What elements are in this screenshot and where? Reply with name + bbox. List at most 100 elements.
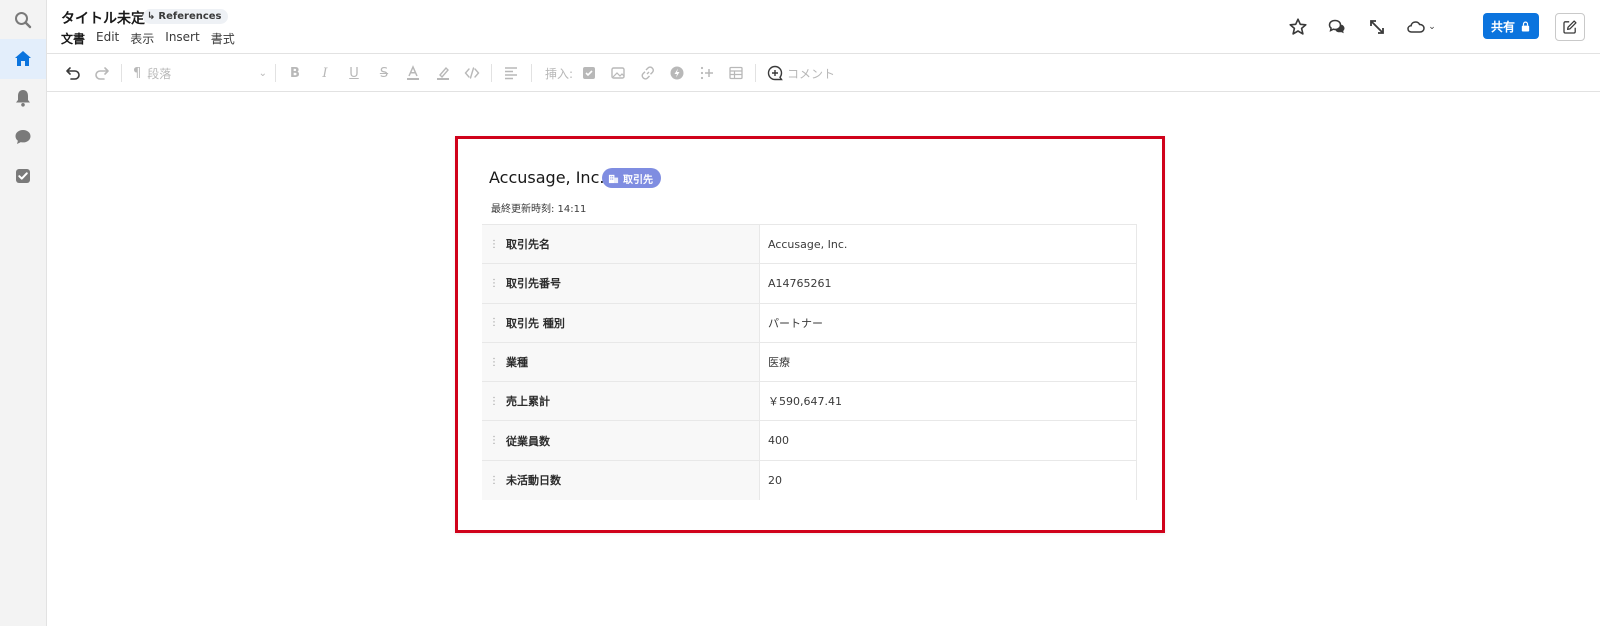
chevron-down-icon: ⌄ xyxy=(1428,22,1436,32)
add-comment-icon xyxy=(767,65,783,81)
table-row: ⋮ 売上累計 ￥590,647.41 xyxy=(482,382,1136,422)
left-rail xyxy=(0,0,47,626)
document-title[interactable]: タイトル未定 xyxy=(61,8,145,28)
menu-document[interactable]: 文書 xyxy=(61,30,85,47)
highlighter-icon xyxy=(437,66,449,80)
field-label: 取引先番号 xyxy=(506,277,561,291)
underline-button[interactable]: U xyxy=(344,63,364,83)
share-label: 共有 xyxy=(1490,19,1515,34)
image-icon xyxy=(611,67,625,79)
record-title[interactable]: Accusage, Inc. xyxy=(489,168,604,187)
italic-icon: I xyxy=(322,65,328,81)
drag-handle-icon[interactable]: ⋮ xyxy=(489,278,499,289)
bell-icon xyxy=(16,90,30,107)
menu-format[interactable]: 書式 xyxy=(211,30,235,47)
insert-image-button[interactable] xyxy=(608,63,628,83)
chevron-down-icon: ⌄ xyxy=(258,67,267,79)
record-fields-table: ⋮ 取引先名 Accusage, Inc. ⋮ 取引先番号 A14765261 ⋮ 取… xyxy=(482,224,1137,501)
chat-icon xyxy=(15,130,31,144)
insert-link-button[interactable] xyxy=(638,63,658,83)
paragraph-style-select[interactable]: ¶ 段落 ⌄ xyxy=(133,63,267,83)
field-value: Accusage, Inc. xyxy=(768,237,848,251)
references-chip[interactable]: ↳ References xyxy=(143,9,228,24)
table-row: ⋮ 従業員数 400 xyxy=(482,421,1136,461)
cloud-icon xyxy=(1407,21,1425,33)
insert-field-icon xyxy=(700,66,713,80)
align-button[interactable] xyxy=(501,63,521,83)
insert-table-button[interactable] xyxy=(726,63,746,83)
editor-toolbar: ¶ 段落 ⌄ B I U S 挿入: コメント xyxy=(47,54,1600,92)
favorite-button[interactable] xyxy=(1287,14,1309,40)
insert-label: 挿入: xyxy=(544,66,574,81)
paragraph-style-value: 段落 xyxy=(147,66,172,81)
drag-handle-icon[interactable]: ⋮ xyxy=(489,317,499,328)
document-header: タイトル未定 ↳ References 文書 Edit 表示 Insert 書式… xyxy=(47,0,1600,54)
underline-icon: U xyxy=(349,65,359,81)
strikethrough-icon: S xyxy=(379,65,389,81)
field-label: 取引先 種別 xyxy=(506,316,565,330)
home-icon xyxy=(15,51,31,66)
drag-handle-icon[interactable]: ⋮ xyxy=(489,357,499,368)
bold-icon: B xyxy=(290,65,300,81)
cloud-menu-button[interactable]: ⌄ xyxy=(1403,14,1439,40)
menu-insert[interactable]: Insert xyxy=(165,30,199,47)
record-card: Accusage, Inc. 取引先 最終更新時刻: 14:11 ⋮ 取引先名 A… xyxy=(455,136,1165,533)
pilcrow-icon: ¶ xyxy=(133,65,142,81)
highlight-button[interactable] xyxy=(433,63,453,83)
toolbar-divider xyxy=(275,64,276,82)
undo-icon xyxy=(66,67,80,80)
field-label-cell: ⋮ 従業員数 xyxy=(482,421,760,460)
field-label-cell: ⋮ 取引先 種別 xyxy=(482,303,760,342)
menu-bar: 文書 Edit 表示 Insert 書式 xyxy=(61,30,235,47)
insert-lightning-button[interactable] xyxy=(667,63,687,83)
account-building-icon xyxy=(608,174,619,183)
toolbar-divider xyxy=(491,64,492,82)
expand-button[interactable] xyxy=(1366,14,1388,40)
insert-checkbox-button[interactable] xyxy=(579,63,599,83)
italic-button[interactable]: I xyxy=(315,63,335,83)
edit-button[interactable] xyxy=(1555,13,1585,41)
text-color-button[interactable] xyxy=(403,63,423,83)
add-comment-label: コメント xyxy=(787,66,836,81)
field-label: 未活動日数 xyxy=(506,474,561,488)
field-value: 20 xyxy=(768,473,782,487)
table-icon xyxy=(729,66,743,80)
references-label: References xyxy=(158,11,222,22)
code-button[interactable] xyxy=(461,63,483,83)
drag-handle-icon[interactable]: ⋮ xyxy=(489,435,499,446)
edit-icon xyxy=(1563,20,1577,34)
field-label-cell: ⋮ 未活動日数 xyxy=(482,460,760,501)
chat-button[interactable] xyxy=(0,117,46,157)
add-comment-button[interactable]: コメント xyxy=(767,63,841,83)
strikethrough-button[interactable]: S xyxy=(374,63,394,83)
search-icon xyxy=(15,12,32,29)
conversations-button[interactable] xyxy=(1326,14,1348,40)
field-value: ￥590,647.41 xyxy=(768,395,842,409)
drag-handle-icon[interactable]: ⋮ xyxy=(489,475,499,486)
undo-button[interactable] xyxy=(63,63,83,83)
field-label: 取引先名 xyxy=(506,238,550,252)
table-row: ⋮ 取引先 種別 パートナー xyxy=(482,303,1136,343)
redo-button[interactable] xyxy=(92,63,112,83)
notifications-button[interactable] xyxy=(0,78,46,118)
menu-view[interactable]: 表示 xyxy=(130,30,154,47)
link-icon xyxy=(641,66,654,80)
object-type-label: 取引先 xyxy=(623,174,653,186)
drag-handle-icon[interactable]: ⋮ xyxy=(489,239,499,250)
field-label-cell: ⋮ 売上累計 xyxy=(482,382,760,421)
tasks-button[interactable] xyxy=(0,156,46,196)
home-button[interactable] xyxy=(0,39,46,79)
field-value: 医療 xyxy=(768,356,790,370)
search-button[interactable] xyxy=(0,0,46,40)
bold-button[interactable]: B xyxy=(285,63,305,83)
insert-data-button[interactable] xyxy=(696,63,716,83)
share-button[interactable]: 共有 xyxy=(1483,13,1539,39)
drag-handle-icon[interactable]: ⋮ xyxy=(489,396,499,407)
align-left-icon xyxy=(505,67,517,80)
menu-edit[interactable]: Edit xyxy=(96,30,119,47)
text-color-icon xyxy=(407,65,419,80)
field-value: A14765261 xyxy=(768,276,832,290)
task-icon xyxy=(16,169,30,183)
checkbox-icon xyxy=(583,67,595,79)
chat-bubbles-icon xyxy=(1328,19,1345,34)
